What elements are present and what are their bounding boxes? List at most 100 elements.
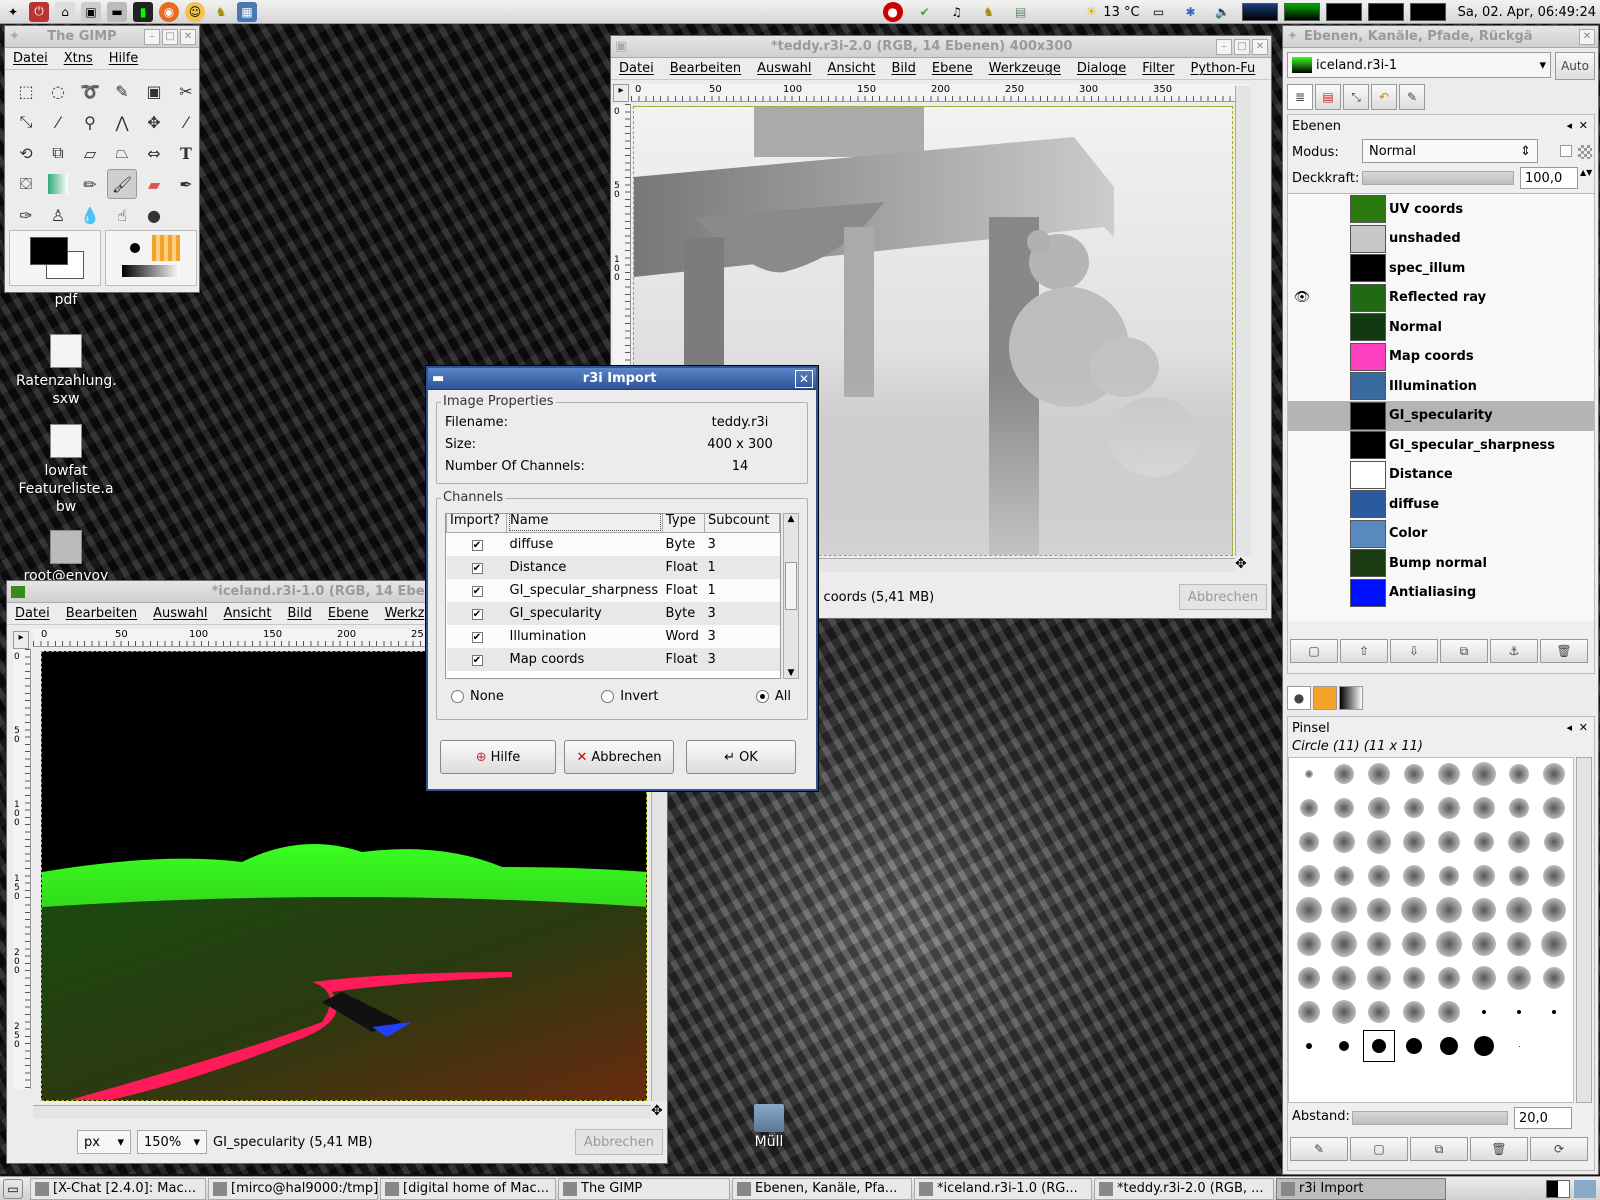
titlebar[interactable]: ✦ Ebenen, Kanäle, Pfade, Rückgä ✕: [1283, 26, 1598, 48]
brush-item[interactable]: [1468, 860, 1500, 892]
trash-applet-icon[interactable]: [1574, 1179, 1596, 1198]
workspace-2[interactable]: [1283, 3, 1320, 21]
detach-icon[interactable]: ◂: [1566, 119, 1572, 132]
brush-item[interactable]: [1363, 996, 1395, 1028]
brush-item[interactable]: [1503, 894, 1535, 926]
brush-item[interactable]: [1293, 758, 1325, 790]
home-icon[interactable]: ⌂: [55, 1, 75, 22]
dia-icon[interactable]: ▦: [237, 1, 257, 22]
minimize-button[interactable]: –: [1216, 38, 1232, 55]
brushes-scrollbar[interactable]: [1576, 757, 1592, 1103]
layer-row[interactable]: Bump normal: [1288, 548, 1594, 578]
column-header-subcount[interactable]: Subcount: [704, 514, 780, 533]
lasso-icon[interactable]: ➰: [75, 76, 105, 106]
menu-datei[interactable]: Datei: [13, 51, 48, 66]
flip-icon[interactable]: ⇔: [139, 138, 169, 168]
spacing-input[interactable]: 20,0: [1514, 1107, 1572, 1129]
layers-tab-icon[interactable]: ≣: [1287, 84, 1313, 110]
brush-item[interactable]: [1328, 996, 1360, 1028]
horizontal-scrollbar[interactable]: [33, 1105, 651, 1119]
brushes-tab-icon[interactable]: ●: [1287, 686, 1311, 710]
quick-mask-icon[interactable]: ▸: [13, 631, 29, 649]
cancel-button[interactable]: ✕ Abbrechen: [564, 740, 674, 774]
paths-icon[interactable]: ⤡: [11, 107, 41, 137]
brush-item[interactable]: [1363, 928, 1395, 960]
brush-item[interactable]: [1503, 928, 1535, 960]
brush-item[interactable]: [1363, 1030, 1395, 1062]
brush-item[interactable]: [1398, 792, 1430, 824]
taskbar-button[interactable]: r3i Import: [1276, 1177, 1446, 1200]
workspace-3[interactable]: [1325, 3, 1362, 21]
spacing-slider[interactable]: [1352, 1111, 1508, 1125]
column-header-name[interactable]: Name: [506, 514, 663, 533]
brush-item[interactable]: [1293, 860, 1325, 892]
text-icon[interactable]: T: [171, 138, 199, 168]
zoom-select[interactable]: 150% ▾: [137, 1130, 207, 1154]
import-checkbox[interactable]: ✔: [471, 562, 483, 574]
brush-item[interactable]: [1538, 962, 1570, 994]
anchor-layer-icon[interactable]: ⚓: [1490, 639, 1538, 663]
radio-button[interactable]: [451, 690, 464, 703]
brush-item[interactable]: [1538, 894, 1570, 926]
foreground-color-swatch[interactable]: [30, 237, 68, 265]
image-selector[interactable]: iceland.r3i-1 ▾: [1287, 52, 1551, 78]
close-icon[interactable]: ✕: [1579, 721, 1588, 734]
desktop-icon-lowfat[interactable]: lowfat Featureliste.a bw: [16, 424, 116, 516]
desktop-icon-ratenzahlung[interactable]: Ratenzahlung. sxw: [16, 334, 117, 408]
layer-row[interactable]: GI_specularity: [1288, 400, 1594, 431]
gradient-preview[interactable]: [122, 265, 180, 277]
scale-icon[interactable]: ⧉: [43, 138, 73, 168]
menu-ansicht[interactable]: Ansicht: [223, 606, 271, 621]
taskbar-button[interactable]: *teddy.r3i-2.0 (RGB, ...: [1094, 1177, 1274, 1200]
cancel-button[interactable]: Abbrechen: [1178, 584, 1267, 610]
brush-item[interactable]: [1328, 826, 1360, 858]
brush-item[interactable]: [1468, 758, 1500, 790]
opacity-spin[interactable]: ▲▼: [1580, 167, 1592, 189]
layer-row[interactable]: spec_illum: [1288, 253, 1594, 283]
layer-row[interactable]: Color: [1288, 519, 1594, 549]
workspace-5[interactable]: [1409, 3, 1446, 21]
clock[interactable]: Sa, 02. Apr, 06:49:24: [1458, 5, 1596, 20]
taskbar-button[interactable]: [digital home of Mac...: [380, 1177, 556, 1200]
table-row[interactable]: ✔ Illumination Word 3: [446, 624, 780, 648]
crop-icon[interactable]: ⁄: [171, 107, 199, 137]
brush-item[interactable]: [1468, 792, 1500, 824]
layer-row[interactable]: Illumination: [1288, 371, 1594, 401]
menu-werkzeuge[interactable]: Werkzeuge: [989, 61, 1061, 76]
paintbrush-icon[interactable]: 🖌: [107, 169, 137, 199]
brush-item[interactable]: [1293, 962, 1325, 994]
taskbar-button[interactable]: Ebenen, Kanäle, Pfa...: [732, 1177, 912, 1200]
brush-item[interactable]: [1433, 894, 1465, 926]
brush-item[interactable]: [1538, 928, 1570, 960]
menu-werkzeuge[interactable]: Werkz: [385, 606, 425, 621]
close-button[interactable]: ✕: [1579, 28, 1595, 45]
menu-hilfe[interactable]: Hilfe: [109, 51, 139, 66]
new-brush-icon[interactable]: ▢: [1350, 1137, 1408, 1161]
brush-item[interactable]: [1503, 860, 1535, 892]
rect-select-icon[interactable]: ⬚: [11, 76, 41, 106]
color-picker-icon[interactable]: ⁄: [43, 107, 73, 137]
layer-row[interactable]: Normal: [1288, 312, 1594, 342]
brush-item[interactable]: [1398, 996, 1430, 1028]
terminal-icon[interactable]: ▮: [133, 1, 153, 22]
table-scrollbar[interactable]: ▲ ▼: [783, 513, 799, 679]
brush-item[interactable]: [1503, 962, 1535, 994]
menu-dialoge[interactable]: Dialoge: [1077, 61, 1126, 76]
zoom-icon[interactable]: ⚲: [75, 107, 105, 137]
import-checkbox[interactable]: ✔: [471, 608, 483, 620]
perspective-icon[interactable]: ⏢: [107, 138, 137, 168]
import-checkbox[interactable]: ✔: [471, 539, 483, 551]
desktop-icon-trash[interactable]: Müll: [719, 1104, 819, 1150]
delete-brush-icon[interactable]: 🗑: [1470, 1137, 1528, 1161]
brush-item[interactable]: [1293, 792, 1325, 824]
menu-auswahl[interactable]: Auswahl: [153, 606, 207, 621]
brush-item[interactable]: [1433, 996, 1465, 1028]
desktop-icon-pdf[interactable]: pdf: [16, 292, 116, 308]
brush-item[interactable]: [1433, 792, 1465, 824]
menu-ebene[interactable]: Ebene: [932, 61, 973, 76]
column-header-import[interactable]: Import?: [446, 514, 507, 533]
brush-item[interactable]: [1433, 962, 1465, 994]
layer-row[interactable]: UV coords: [1288, 194, 1594, 224]
close-icon[interactable]: ✕: [1579, 119, 1588, 132]
brush-item[interactable]: [1468, 962, 1500, 994]
